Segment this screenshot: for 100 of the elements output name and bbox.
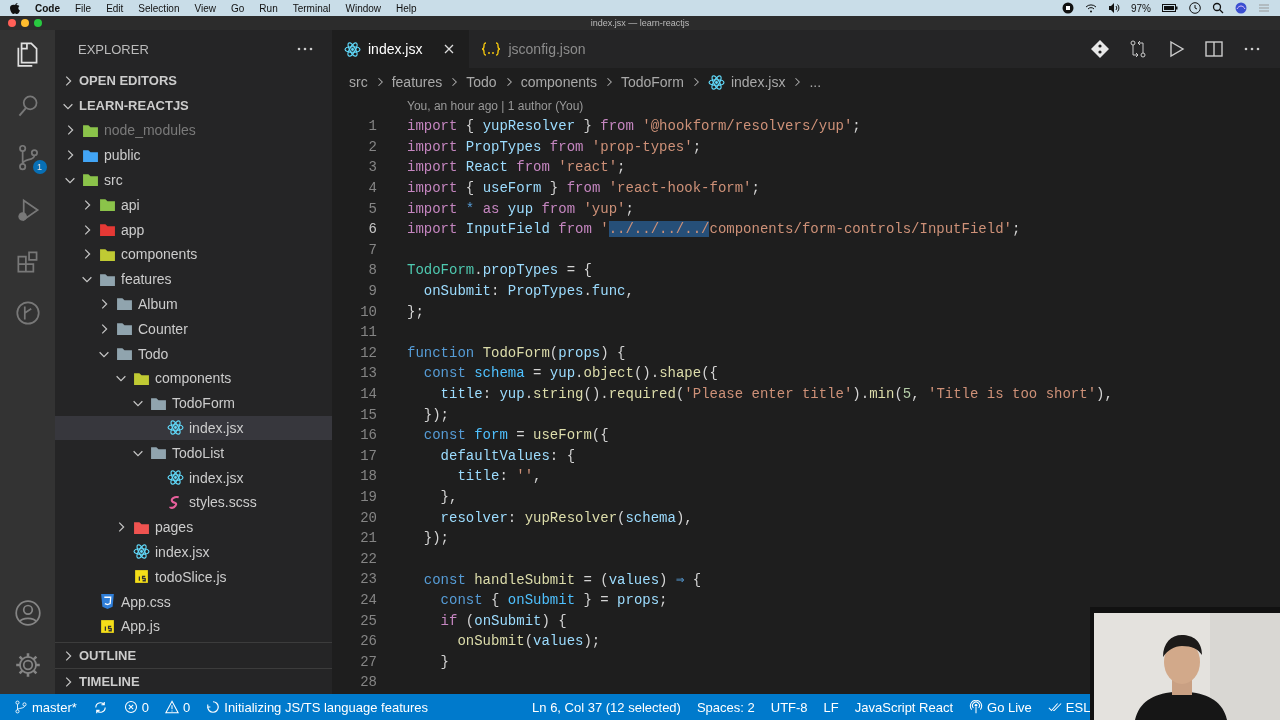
line-number: 20 xyxy=(359,509,378,526)
explorer-folder[interactable]: components xyxy=(55,365,332,391)
code-line: }); xyxy=(422,406,449,423)
apple-icon[interactable] xyxy=(10,2,20,14)
code-line: } xyxy=(439,653,449,670)
explorer-folder[interactable]: api xyxy=(55,192,332,218)
section-header[interactable]: LEARN-REACTJS xyxy=(55,93,332,118)
line-number: 11 xyxy=(359,324,378,341)
menu-item[interactable]: Window xyxy=(345,2,382,14)
explorer-folder[interactable]: pages xyxy=(55,514,332,540)
breadcrumb[interactable]: TodoForm xyxy=(620,74,684,90)
line-number: 26 xyxy=(359,633,378,650)
editor-tab[interactable]: index.jsx xyxy=(332,30,470,68)
clock-icon[interactable] xyxy=(1189,2,1201,14)
status-item[interactable]: Initializing JS/TS language features xyxy=(206,699,429,715)
explorer-folder[interactable]: components xyxy=(55,242,332,267)
zoom-window-button[interactable] xyxy=(34,19,42,27)
warning-icon xyxy=(165,700,180,714)
split-editor-icon[interactable] xyxy=(1204,39,1224,59)
line-number: 18 xyxy=(359,468,378,485)
compare-changes-icon[interactable] xyxy=(1128,39,1148,59)
window-title: index.jsx — learn-reactjs xyxy=(590,18,690,28)
breadcrumb[interactable]: index.jsx xyxy=(730,74,786,90)
explorer-file[interactable]: styles.scss xyxy=(55,489,332,515)
code-line: }; xyxy=(407,303,424,320)
line-number: 14 xyxy=(359,386,378,402)
section-header[interactable]: OPEN EDITORS xyxy=(55,68,332,93)
code-line: import PropTypes from 'prop-types'; xyxy=(407,138,702,155)
breadcrumb[interactable]: Todo xyxy=(466,74,497,90)
menu-item[interactable]: Edit xyxy=(106,2,124,14)
status-item[interactable]: UTF-8 xyxy=(770,699,808,715)
search-icon[interactable] xyxy=(1212,2,1224,14)
explorer-file[interactable]: index.jsx xyxy=(55,465,332,490)
line-number: 9 xyxy=(367,283,378,300)
menu-item[interactable]: Go xyxy=(231,2,245,14)
menu-item[interactable]: Run xyxy=(259,2,278,14)
menu-item[interactable]: View xyxy=(194,2,216,14)
status-item[interactable]: Spaces: 2 xyxy=(696,699,755,715)
line-number: 22 xyxy=(359,550,378,567)
line-number: 13 xyxy=(359,365,378,382)
explorer-folder[interactable]: app xyxy=(55,217,332,242)
code-line: const schema = yup.object().shape({ xyxy=(422,365,718,382)
breadcrumb[interactable]: ... xyxy=(809,74,822,90)
status-item[interactable]: JavaScript React xyxy=(854,699,954,715)
status-item[interactable]: Ln 6, Col 37 (12 selected) xyxy=(532,699,681,715)
explorer-file[interactable]: index.jsx xyxy=(55,539,332,565)
battery-percentage: 97% xyxy=(1131,2,1151,14)
line-number: 25 xyxy=(359,612,378,629)
menu-item[interactable]: File xyxy=(75,2,92,14)
explorer-folder[interactable]: src xyxy=(55,167,332,193)
line-number: 27 xyxy=(359,653,378,670)
error-icon xyxy=(123,700,138,714)
code-line: }, xyxy=(439,489,458,505)
code-line: resolver: yupResolver(schema), xyxy=(439,509,693,526)
explorer-folder[interactable]: TodoForm xyxy=(55,390,332,416)
code-line: }); xyxy=(422,530,449,547)
menu-item[interactable]: Selection xyxy=(138,2,180,14)
close-window-button[interactable] xyxy=(8,19,16,27)
status-item[interactable]: LF xyxy=(823,699,839,715)
minimize-window-button[interactable] xyxy=(21,19,29,27)
menu-item[interactable]: Terminal xyxy=(292,2,331,14)
siri-icon[interactable] xyxy=(1235,2,1247,14)
explorer-folder[interactable]: public xyxy=(55,142,332,168)
status-item[interactable]: 0 xyxy=(123,699,150,715)
menu-item[interactable]: Help xyxy=(396,2,417,14)
broadcast-icon xyxy=(969,700,984,714)
explorer-file[interactable]: todoSlice.js xyxy=(55,564,332,590)
explorer-file[interactable]: index.jsx xyxy=(55,415,332,441)
react-atom-icon xyxy=(344,40,361,58)
sidebar-title: EXPLORER xyxy=(78,41,149,57)
battery-icon[interactable] xyxy=(1162,2,1178,14)
explorer-folder[interactable]: Counter xyxy=(55,316,332,342)
line-number: 24 xyxy=(359,591,378,608)
breadcrumb[interactable]: components xyxy=(520,74,597,90)
wifi-icon[interactable] xyxy=(1085,2,1097,14)
explorer-folder[interactable]: features xyxy=(55,266,332,292)
app-menu[interactable]: Code xyxy=(35,2,60,14)
code-line: title: yup.string().required('Please enter title').min(5, 'Title is too short'), xyxy=(439,386,1113,402)
breadcrumb[interactable]: features xyxy=(391,74,443,90)
status-item[interactable]: Go Live xyxy=(969,699,1032,715)
explorer-file[interactable]: App.css xyxy=(55,589,332,614)
more-icon[interactable] xyxy=(296,46,314,52)
sync-icon[interactable] xyxy=(92,699,108,715)
status-item[interactable]: master* xyxy=(14,699,77,715)
explorer-file[interactable]: App.js xyxy=(55,613,332,639)
record-icon[interactable] xyxy=(1062,2,1074,14)
volume-icon[interactable] xyxy=(1108,2,1120,14)
explorer-folder[interactable]: Todo xyxy=(55,341,332,366)
breadcrumb[interactable]: src xyxy=(349,74,368,90)
explorer-folder[interactable]: node_modules xyxy=(55,118,332,143)
status-item[interactable]: 0 xyxy=(165,699,191,715)
close-icon[interactable] xyxy=(443,43,456,55)
code-line: TodoForm.propTypes = { xyxy=(407,262,592,279)
explorer-folder[interactable]: TodoList xyxy=(55,440,332,466)
section-header[interactable]: OUTLINE xyxy=(55,642,332,668)
git-diamond-icon[interactable] xyxy=(1090,39,1110,59)
status-item[interactable]: ESL xyxy=(1047,699,1091,715)
codelens-blame[interactable]: You, an hour ago | 1 author (You) xyxy=(407,99,584,113)
account-icon[interactable] xyxy=(12,598,43,628)
explorer-folder[interactable]: Album xyxy=(55,291,332,317)
